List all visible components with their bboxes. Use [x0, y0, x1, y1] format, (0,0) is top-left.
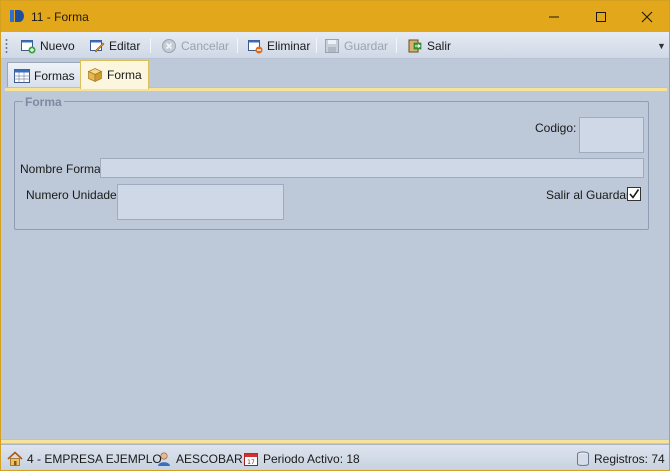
tab-formas-label: Formas: [34, 69, 75, 83]
codigo-field[interactable]: [579, 117, 644, 153]
toolbar-grip[interactable]: [5, 38, 8, 53]
box-icon: [87, 68, 103, 83]
group-title: Forma: [23, 95, 64, 109]
database-icon: [577, 451, 589, 466]
status-periodo-text: Periodo Activo: 18: [263, 451, 360, 466]
toolbar-separator: [396, 38, 397, 53]
tab-formas[interactable]: Formas: [7, 62, 82, 89]
new-doc-icon: [21, 39, 36, 53]
title-bar[interactable]: 11 - Forma: [1, 1, 669, 32]
tab-forma-label: Forma: [107, 68, 142, 82]
delete-button-label: Eliminar: [267, 38, 311, 53]
maximize-button[interactable]: [578, 1, 624, 32]
cancel-button-label: Cancelar: [181, 38, 230, 53]
save-icon: [325, 38, 339, 53]
calendar-icon: 17: [244, 452, 258, 466]
numero-unidades-label: Numero Unidades: [26, 188, 123, 202]
toolbar-overflow-icon[interactable]: ▼: [657, 41, 666, 51]
new-button[interactable]: Nuevo: [17, 35, 78, 56]
tab-strip: Formas Forma: [1, 59, 669, 90]
status-empresa-text: 4 - EMPRESA EJEMPLO: [27, 451, 162, 466]
toolbar-separator: [316, 38, 317, 53]
nombre-forma-field[interactable]: [100, 158, 644, 178]
tab-forma[interactable]: Forma: [80, 60, 149, 89]
toolbar: Nuevo Editar Cancelar Eliminar Guardar S…: [1, 32, 669, 59]
edit-button-label: Editar: [109, 38, 141, 53]
new-button-label: Nuevo: [40, 38, 75, 53]
toolbar-separator: [237, 38, 238, 53]
close-button[interactable]: [624, 1, 670, 32]
exit-icon: [408, 39, 422, 52]
status-bar: 4 - EMPRESA EJEMPLO AESCOBAR 17 Periodo …: [1, 444, 669, 470]
status-empresa: 4 - EMPRESA EJEMPLO: [7, 450, 162, 467]
window-title: 11 - Forma: [31, 10, 89, 24]
close-icon: [641, 11, 653, 22]
forma-groupbox: Forma Codigo: Nombre Forma: Numero Unida…: [14, 95, 649, 230]
status-registros-text: Registros: 74: [594, 451, 665, 466]
cancel-icon: [162, 38, 176, 53]
edit-button[interactable]: Editar: [86, 35, 143, 56]
codigo-label: Codigo:: [535, 121, 577, 135]
minimize-button[interactable]: [531, 1, 577, 32]
home-icon: [7, 450, 23, 466]
checkmark-icon: [629, 189, 640, 199]
app-logo-icon: [10, 10, 24, 22]
cancel-button[interactable]: Cancelar: [158, 35, 232, 56]
exit-button-label: Salir: [427, 38, 452, 53]
form-content: Forma Codigo: Nombre Forma: Numero Unida…: [5, 91, 667, 440]
edit-icon: [90, 39, 105, 52]
toolbar-separator: [150, 38, 151, 53]
status-registros: Registros: 74: [576, 450, 665, 467]
maximize-icon: [596, 11, 606, 22]
app-window: 11 - Forma Nuevo Editar Cancelar Elimina…: [0, 0, 670, 471]
minimize-icon: [549, 16, 559, 17]
status-usuario: AESCOBAR: [156, 450, 243, 467]
svg-text:17: 17: [247, 459, 255, 466]
delete-button[interactable]: Eliminar: [244, 35, 313, 56]
salir-al-guardar-checkbox[interactable]: [627, 187, 641, 201]
exit-button[interactable]: Salir: [404, 35, 454, 56]
salir-al-guardar-label: Salir al Guardar: [546, 188, 631, 202]
grid-icon: [14, 69, 30, 83]
status-periodo: 17 Periodo Activo: 18: [243, 450, 360, 467]
delete-icon: [248, 39, 263, 53]
status-usuario-text: AESCOBAR: [176, 451, 243, 466]
save-button[interactable]: Guardar: [321, 35, 391, 56]
bottom-accent-strip: [1, 439, 669, 443]
numero-unidades-field[interactable]: [117, 184, 284, 220]
save-button-label: Guardar: [344, 38, 389, 53]
user-icon: [158, 451, 170, 466]
nombre-forma-label: Nombre Forma:: [20, 162, 105, 176]
